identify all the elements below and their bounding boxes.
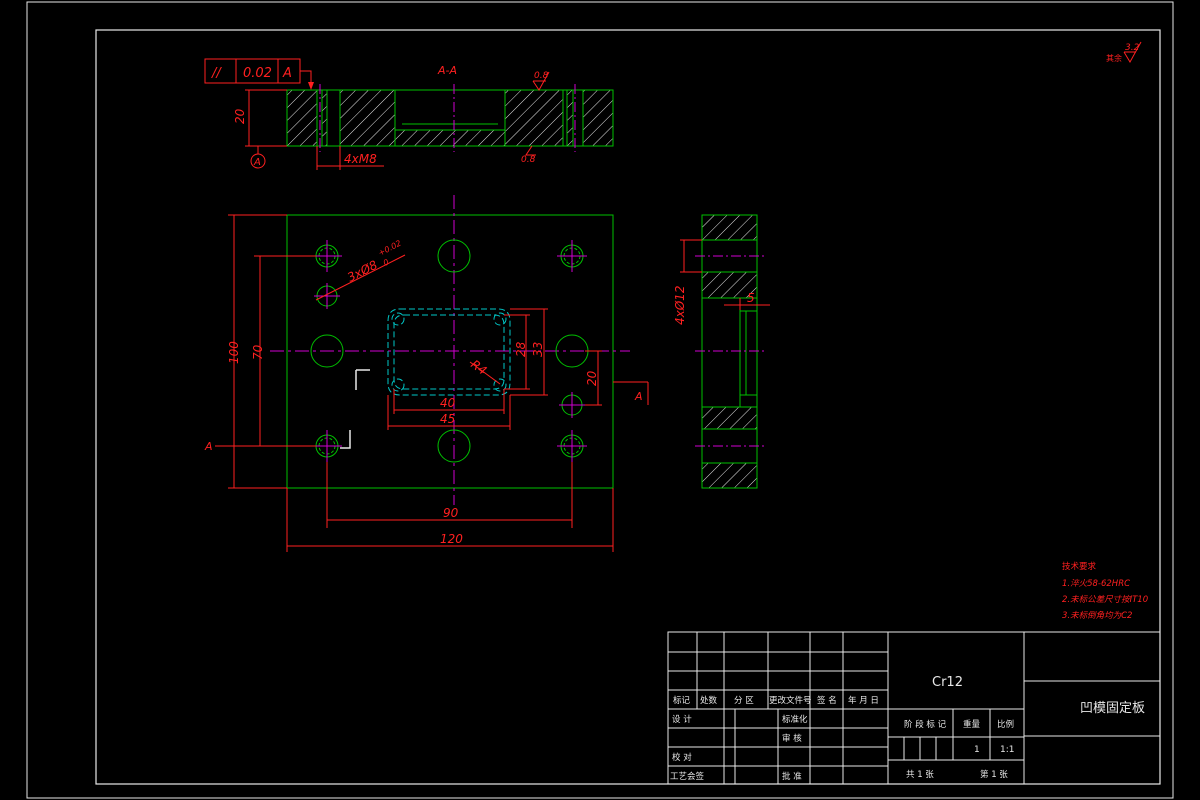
cad-drawing-canvas: 其余 3.2 A-A 20 4xM8 A 0.8 0.8 // 0.02 A A… (26, 1, 1174, 799)
section-marker-left: A (204, 440, 213, 453)
corner-radius-callout: R4 (468, 357, 489, 378)
svg-text:工艺会签: 工艺会签 (670, 771, 705, 782)
tech-req-title: 技术要求 (1062, 561, 1097, 572)
dim-height-hole: 70 (251, 344, 265, 360)
svg-text:1:1: 1:1 (1000, 745, 1014, 755)
dim-opening-w2: 45 (440, 412, 455, 426)
svg-text:第 1 张: 第 1 张 (980, 769, 1008, 780)
svg-text:年 月 日: 年 月 日 (848, 695, 879, 706)
technical-requirements: 技术要求 1.淬火58-62HRC 2.未标公差尺寸按IT10 3.未标倒角均为… (1062, 561, 1148, 621)
tech-req-item: 1.淬火58-62HRC (1062, 578, 1130, 589)
svg-text:签 名: 签 名 (817, 695, 837, 706)
side-view: 4xØ12 5 (673, 214, 770, 489)
svg-text://: // (211, 66, 222, 81)
svg-text:阶 段 标 记: 阶 段 标 记 (904, 719, 947, 730)
dim-width-total: 120 (440, 532, 463, 546)
dim-opening-h2: 33 (531, 342, 545, 357)
plan-view: A A 100 70 90 120 40 45 28 33 20 R4 3xØ8… (204, 195, 649, 552)
svg-text:标准化: 标准化 (782, 714, 808, 725)
section-thickness-dim: 20 (233, 108, 247, 124)
side-hole-callout: 4xØ12 (673, 286, 687, 325)
svg-text:+0.02: +0.02 (377, 239, 403, 258)
svg-text:标记: 标记 (673, 695, 691, 706)
svg-text:更改文件号: 更改文件号 (769, 695, 812, 706)
svg-text:比例: 比例 (997, 719, 1014, 730)
svg-text:设 计: 设 计 (672, 714, 692, 725)
parallelism-tolerance-frame: // 0.02 A (204, 58, 314, 90)
svg-text:其余: 其余 (1106, 53, 1122, 63)
side-step-depth: 5 (747, 291, 755, 305)
svg-text:批 准: 批 准 (782, 771, 802, 782)
dim-width-hole: 90 (443, 506, 459, 520)
roughness-symbol-general: 其余 3.2 (1106, 41, 1142, 64)
svg-text:分 区: 分 区 (734, 696, 754, 706)
tech-req-item: 2.未标公差尺寸按IT10 (1062, 594, 1148, 605)
material-label: Cr12 (932, 675, 963, 690)
thread-callout: 4xM8 (344, 152, 377, 166)
svg-text:0.02: 0.02 (243, 66, 272, 81)
svg-text:重量: 重量 (963, 719, 981, 730)
section-marker-right: A (634, 390, 643, 403)
svg-text:1: 1 (974, 745, 980, 755)
svg-text:处数: 处数 (700, 695, 718, 706)
svg-text:共 1 张: 共 1 张 (906, 770, 934, 780)
datum-label: A (253, 157, 261, 168)
part-name: 凹模固定板 (1080, 701, 1145, 716)
dim-opening-w1: 40 (440, 396, 456, 410)
svg-text:0.8: 0.8 (521, 155, 536, 165)
svg-text:审 核: 审 核 (782, 733, 802, 744)
dim-height-total: 100 (227, 341, 241, 364)
tech-req-item: 3.未标倒角均为C2 (1062, 610, 1132, 621)
svg-text:校 对: 校 对 (672, 752, 692, 763)
dim-opening-h1: 28 (514, 341, 528, 357)
svg-text:A: A (282, 66, 292, 81)
section-title: A-A (437, 64, 457, 77)
dim-offset-20: 20 (585, 370, 599, 386)
pin-holes-callout: 3xØ8 (345, 258, 380, 285)
sheet-inner-border (95, 29, 1161, 785)
